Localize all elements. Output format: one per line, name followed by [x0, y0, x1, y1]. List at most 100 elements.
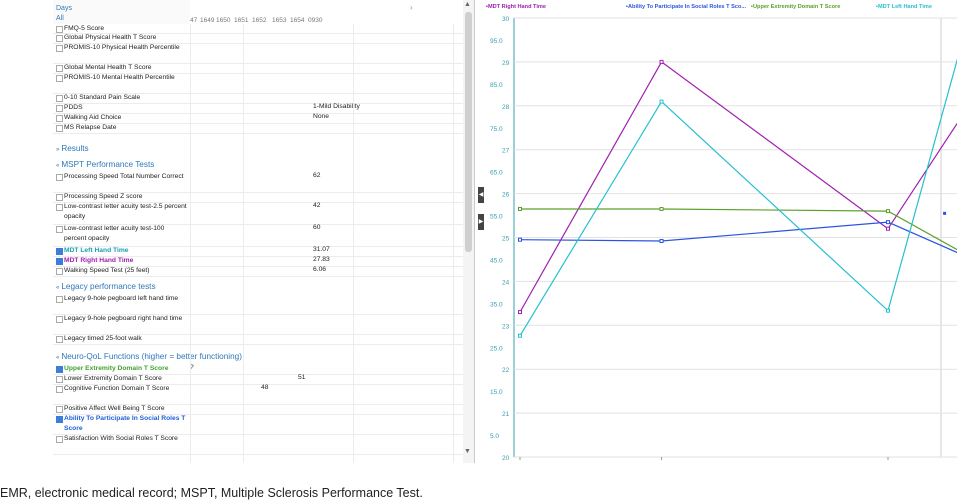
row-value: 42	[313, 202, 321, 209]
column-header: 1654	[290, 17, 305, 24]
row-checkbox[interactable]	[56, 45, 63, 52]
row-checkbox[interactable]	[56, 204, 63, 211]
row-checkbox[interactable]	[56, 258, 63, 265]
y2-tick-label: 15.0	[490, 389, 503, 396]
column-header: 1650	[216, 17, 231, 24]
row-checkbox[interactable]	[56, 316, 63, 323]
column-header: 0930	[308, 17, 323, 24]
figure-caption: EMR, electronic medical record; MSPT, Mu…	[0, 486, 423, 500]
table-row[interactable]: Processing Speed Total Number Correct 62	[53, 172, 473, 193]
series-point	[659, 99, 664, 104]
section-header[interactable]: » Results	[56, 144, 89, 153]
table-row[interactable]: PROMIS-10 Mental Health Percentile	[53, 73, 473, 94]
row-label: Walking Aid Choice	[64, 114, 122, 121]
row-checkbox[interactable]	[56, 75, 63, 82]
row-label: MS Relapse Date	[64, 124, 117, 131]
all-filter-link[interactable]: All	[56, 15, 64, 22]
row-checkbox[interactable]	[56, 105, 63, 112]
series-point	[518, 310, 522, 315]
y1-tick-label: 22	[502, 367, 510, 374]
y2-tick-label: 75.0	[490, 126, 503, 133]
section-title: Legacy performance tests	[61, 282, 156, 291]
row-checkbox[interactable]	[56, 174, 63, 181]
table-row[interactable]: Low-contrast letter acuity test-2.5 perc…	[53, 202, 473, 225]
row-label: Processing Speed Z score	[64, 193, 143, 200]
table-row[interactable]: Legacy 9-hole pegboard right hand time	[53, 314, 473, 335]
table-row[interactable]: Walking Speed Test (25 feet) 6.06	[53, 266, 473, 277]
series-point	[518, 333, 522, 338]
row-label: PROMIS-10 Mental Health Percentile	[64, 74, 175, 81]
scroll-up-arrow-icon[interactable]: ▲	[464, 1, 471, 8]
y1-tick-label: 21	[502, 411, 510, 418]
section-title: MSPT Performance Tests	[61, 160, 155, 169]
y1-tick-label: 29	[502, 60, 510, 67]
row-label: PDDS	[64, 104, 83, 111]
series-point	[943, 211, 947, 215]
row-checkbox[interactable]	[56, 194, 63, 201]
table-row[interactable]: Cognitive Function Domain T Score 48	[53, 384, 473, 405]
column-header: 1649	[200, 17, 215, 24]
series-point	[885, 220, 890, 225]
y2-tick-label: 45.0	[490, 257, 503, 264]
section-header[interactable]: «Neuro-QoL Functions (higher = better fu…	[56, 352, 242, 361]
row-checkbox[interactable]	[56, 386, 63, 393]
series-point	[659, 59, 664, 64]
row-label: Legacy 9-hole pegboard left hand time	[64, 295, 179, 302]
row-checkbox[interactable]	[56, 296, 63, 303]
row-checkbox[interactable]	[56, 26, 63, 33]
row-checkbox[interactable]	[56, 416, 63, 423]
expand-right-icon[interactable]: ▶	[478, 214, 484, 230]
column-header: 1652	[252, 17, 267, 24]
row-checkbox[interactable]	[56, 248, 63, 255]
section-header[interactable]: «MSPT Performance Tests	[56, 160, 154, 169]
y2-tick-label: 65.0	[490, 170, 503, 177]
y2-tick-label: 35.0	[490, 301, 503, 308]
vertical-scrollbar[interactable]: ▲ ▼	[463, 0, 474, 463]
row-checkbox[interactable]	[56, 376, 63, 383]
section-title: Neuro-QoL Functions (higher = better fun…	[61, 352, 242, 361]
row-value: None	[313, 113, 329, 120]
row-checkbox[interactable]	[56, 366, 63, 373]
row-checkbox[interactable]	[56, 336, 63, 343]
row-checkbox[interactable]	[56, 436, 63, 443]
data-table-panel: Days All › 47 1649 1650 1651 1652 1653 1654 093…	[53, 0, 475, 463]
panel-splitter[interactable]: ◀ ▶	[478, 0, 486, 463]
collapse-left-icon[interactable]: ◀	[478, 187, 484, 203]
scroll-down-arrow-icon[interactable]: ▼	[464, 448, 471, 455]
row-checkbox[interactable]	[56, 35, 63, 42]
section-header[interactable]: «Legacy performance tests	[56, 282, 156, 291]
scrollbar-thumb[interactable]	[465, 12, 472, 252]
row-label: 0-10 Standard Pain Scale	[64, 94, 141, 101]
row-value: 48	[261, 384, 269, 391]
y2-tick-label: 25.0	[490, 345, 503, 352]
y1-tick-label: 30	[502, 16, 510, 23]
chevron-up-icon[interactable]: «	[56, 285, 59, 291]
y1-tick-label: 26	[502, 192, 510, 199]
table-row[interactable]: Low-contrast letter acuity test-100 perc…	[53, 224, 473, 247]
table-row[interactable]: Legacy 9-hole pegboard left hand time	[53, 294, 473, 315]
series-point	[518, 237, 522, 242]
row-label: Low-contrast letter acuity test-100 perc…	[64, 225, 165, 242]
table-row[interactable]: MS Relapse Date	[53, 123, 473, 134]
row-checkbox[interactable]	[56, 115, 63, 122]
y2-tick-label: 55.0	[490, 214, 503, 221]
table-row[interactable]: Satisfaction With Social Roles T Score	[53, 434, 473, 455]
row-checkbox[interactable]	[56, 268, 63, 275]
row-checkbox[interactable]	[56, 95, 63, 102]
row-label: Cognitive Function Domain T Score	[64, 385, 170, 392]
row-label: Satisfaction With Social Roles T Score	[64, 435, 178, 442]
table-row[interactable]: Legacy timed 25-foot walk	[53, 334, 473, 345]
chevron-down-icon[interactable]: »	[56, 147, 59, 153]
chevron-up-icon[interactable]: «	[56, 163, 59, 169]
row-checkbox[interactable]	[56, 226, 63, 233]
table-row[interactable]: Ability To Participate In Social Roles T…	[53, 414, 473, 435]
chevron-up-icon[interactable]: «	[56, 355, 59, 361]
series-point	[659, 239, 664, 244]
row-checkbox[interactable]	[56, 125, 63, 132]
row-checkbox[interactable]	[56, 65, 63, 72]
table-row[interactable]: PROMIS-10 Physical Health Percentile	[53, 43, 473, 64]
collapse-icon[interactable]: ›	[410, 3, 413, 12]
row-label: Lower Extremity Domain T Score	[64, 375, 162, 382]
grid-divider	[190, 24, 191, 463]
row-checkbox[interactable]	[56, 406, 63, 413]
